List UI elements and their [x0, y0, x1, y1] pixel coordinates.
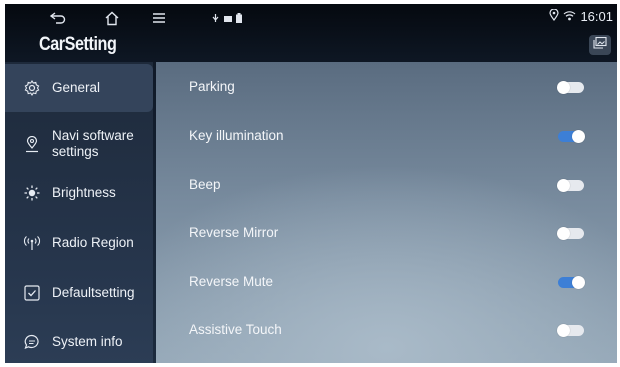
sun-icon	[23, 184, 41, 202]
status-right: 16:01	[549, 8, 613, 24]
sidebar-item-general[interactable]: General	[5, 64, 153, 112]
toggle-knob	[557, 324, 570, 337]
setting-row-assistive-touch: Assistive Touch	[156, 307, 617, 355]
sidebar-item-system-info[interactable]: System info	[5, 318, 153, 363]
toggle-knob	[572, 276, 585, 289]
sidebar-item-label: Defaultsetting	[52, 285, 135, 300]
setting-label: Parking	[189, 79, 235, 94]
car-setting-screen: CarSetting 16:01 General Navi software s…	[5, 4, 617, 363]
gear-icon	[23, 79, 41, 97]
setting-row-key-illumination: Key illumination	[156, 113, 617, 161]
sidebar-item-radio-region[interactable]: Radio Region	[5, 219, 153, 267]
reverse-mirror-toggle[interactable]	[557, 227, 584, 240]
setting-label: Reverse Mute	[189, 274, 274, 289]
toggle-knob	[557, 179, 570, 192]
wifi-icon	[563, 9, 576, 24]
setting-row-beep: Beep	[156, 162, 617, 210]
beep-toggle[interactable]	[557, 179, 584, 192]
back-arrow-icon[interactable]	[47, 8, 69, 28]
radio-antenna-icon	[23, 234, 41, 252]
app-title: CarSetting	[39, 34, 117, 55]
status-icons	[211, 10, 242, 28]
home-icon[interactable]	[101, 8, 123, 28]
clock: 16:01	[580, 9, 613, 24]
gallery-icon	[593, 36, 607, 54]
setting-label: Key illumination	[189, 128, 284, 143]
sidebar-item-label: Radio Region	[52, 235, 134, 250]
setting-label: Beep	[189, 177, 221, 192]
setting-row-parking: Parking	[156, 64, 617, 112]
setting-row-reverse-mute: Reverse Mute	[156, 259, 617, 307]
top-bar: CarSetting 16:01	[5, 4, 617, 62]
parking-toggle[interactable]	[557, 81, 584, 94]
sidebar-item-brightness[interactable]: Brightness	[5, 169, 153, 217]
sidebar-item-label: General	[52, 80, 101, 95]
location-pin-icon	[549, 8, 560, 24]
toggle-knob	[572, 130, 585, 143]
sidebar-item-label: Brightness	[52, 185, 116, 200]
key-illumination-toggle[interactable]	[558, 130, 585, 143]
setting-label: Assistive Touch	[189, 322, 282, 337]
reverse-mute-toggle[interactable]	[558, 276, 585, 289]
assistive-touch-toggle[interactable]	[557, 324, 584, 337]
battery-icon	[236, 10, 242, 28]
checkbox-icon	[23, 284, 41, 302]
toggle-knob	[557, 81, 570, 94]
gallery-button[interactable]	[589, 35, 611, 55]
chat-bubble-icon	[23, 333, 41, 351]
setting-row-reverse-mirror: Reverse Mirror	[156, 210, 617, 258]
toggle-knob	[557, 227, 570, 240]
settings-panel: Parking Key illumination Beep Reverse Mi…	[156, 62, 617, 363]
sidebar-item-label: System info	[52, 334, 123, 349]
sidebar-item-label: Navi software settings	[52, 128, 134, 159]
sidebar: General Navi software settings Brightnes…	[5, 62, 153, 363]
setting-label: Reverse Mirror	[189, 225, 279, 240]
map-pin-icon	[23, 135, 41, 153]
sidebar-item-navi-software-settings[interactable]: Navi software settings	[5, 120, 153, 168]
menu-icon[interactable]	[148, 8, 170, 28]
sd-card-icon	[224, 10, 232, 28]
usb-icon	[211, 10, 220, 28]
sidebar-item-defaultsetting[interactable]: Defaultsetting	[5, 269, 153, 317]
